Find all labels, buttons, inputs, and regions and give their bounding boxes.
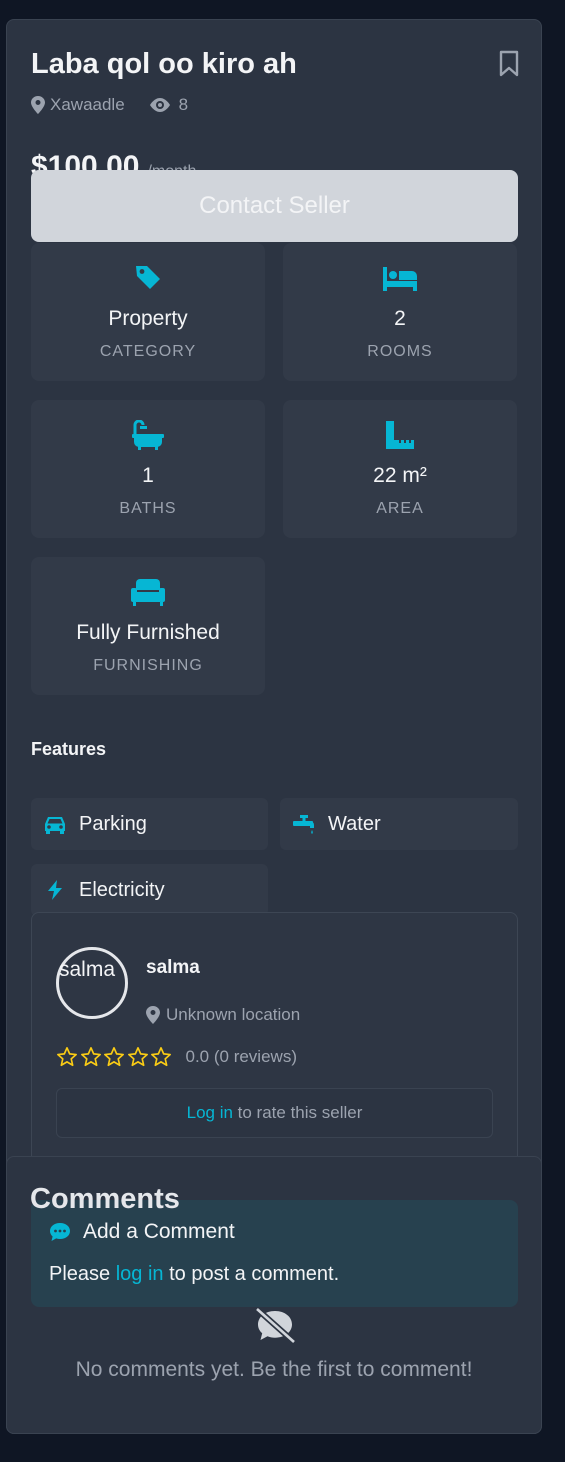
faucet-icon <box>293 815 314 834</box>
comment-slash-icon <box>255 1306 296 1344</box>
bookmark-icon[interactable] <box>498 50 520 78</box>
rate-prompt-text: to rate this seller <box>232 1103 363 1122</box>
comment-icon <box>50 1223 70 1241</box>
detail-value: 22 m² <box>373 464 427 487</box>
star-icon <box>80 1047 101 1067</box>
comment-prompt-suffix: to post a comment. <box>163 1263 340 1285</box>
comments-heading: Comments <box>30 1183 180 1215</box>
add-comment-box: Add a Comment Please log in to post a co… <box>31 1200 518 1307</box>
login-to-comment: Please log in to post a comment. <box>49 1263 339 1286</box>
detail-tile-category: Property CATEGORY <box>31 243 265 381</box>
detail-label: AREA <box>376 500 424 517</box>
location-pin-icon <box>31 96 45 114</box>
star-icon <box>57 1047 77 1067</box>
star-icon <box>104 1047 124 1067</box>
ruler-icon <box>386 421 414 449</box>
feature-label: Water <box>328 812 381 835</box>
seller-location: Unknown location <box>146 1005 300 1025</box>
add-comment-label: Add a Comment <box>83 1220 235 1243</box>
detail-tile-furnishing: Fully Furnished FURNISHING <box>31 557 265 695</box>
listing-location: Xawaadle <box>50 95 125 114</box>
seller-rating: 0.0 (0 reviews) <box>56 1046 297 1068</box>
location-pin-icon <box>146 1006 160 1024</box>
comment-login-link[interactable]: log in <box>116 1263 164 1285</box>
seller-location-text: Unknown location <box>166 1005 301 1024</box>
detail-tile-area: 22 m² AREA <box>283 400 517 538</box>
detail-label: BATHS <box>119 500 177 517</box>
rate-seller-prompt: Log in to rate this seller <box>56 1088 493 1138</box>
star-icon <box>127 1047 148 1067</box>
star-icon <box>151 1047 171 1067</box>
add-comment-title: Add a Comment <box>49 1220 235 1244</box>
feature-label: Electricity <box>79 878 165 901</box>
eye-icon <box>149 98 170 112</box>
listing-meta: Xawaadle 8 <box>31 95 188 115</box>
detail-label: FURNISHING <box>93 657 203 674</box>
comments-section: Add a Comment Please log in to post a co… <box>6 1156 542 1434</box>
car-icon <box>45 817 65 834</box>
listing-title: Laba qol oo kiro ah <box>31 48 297 80</box>
comment-prompt-prefix: Please <box>49 1263 116 1285</box>
feature-electricity: Electricity <box>31 864 268 916</box>
rating-text: 0.0 (0 reviews) <box>185 1047 297 1066</box>
feature-water: Water <box>280 798 518 850</box>
avatar[interactable]: salma <box>56 947 128 1019</box>
bolt-icon <box>48 880 62 900</box>
detail-value: Fully Furnished <box>76 621 220 644</box>
view-count: 8 <box>178 95 189 114</box>
detail-tile-baths: 1 BATHS <box>31 400 265 538</box>
features-heading: Features <box>31 739 107 759</box>
detail-label: CATEGORY <box>99 343 197 360</box>
couch-icon <box>131 579 165 606</box>
detail-label: ROOMS <box>367 343 433 360</box>
feature-parking: Parking <box>31 798 268 850</box>
tag-icon <box>136 266 160 289</box>
detail-value: 1 <box>142 464 154 487</box>
detail-tile-rooms: 2 ROOMS <box>283 243 517 381</box>
seller-name[interactable]: salma <box>146 957 200 979</box>
bed-icon <box>383 267 417 291</box>
contact-seller-button[interactable]: Contact Seller <box>31 170 518 242</box>
bath-icon <box>132 420 164 450</box>
detail-value: Property <box>108 307 188 330</box>
empty-comments-text: No comments yet. Be the first to comment… <box>75 1358 473 1381</box>
detail-value: 2 <box>394 307 406 330</box>
login-link[interactable]: Log in <box>187 1103 233 1123</box>
avatar-alt-text: salma <box>59 958 116 981</box>
seller-card: salma salma Unknown location 0.0 (0 revi… <box>31 912 518 1172</box>
feature-label: Parking <box>79 812 147 835</box>
